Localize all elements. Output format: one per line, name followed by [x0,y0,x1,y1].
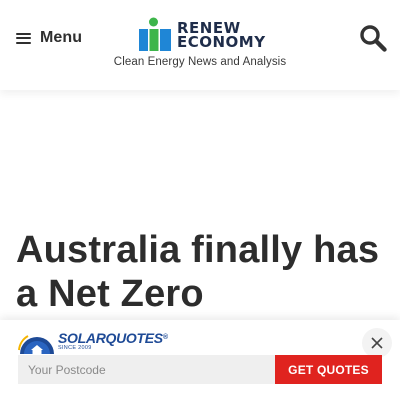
site-tagline: Clean Energy News and Analysis [113,56,287,68]
menu-label: Menu [40,29,83,46]
site-header: Menu RENEW ECONOMY Clean Energy News and… [0,0,400,90]
site-logo[interactable]: RENEW ECONOMY [139,17,266,51]
renew-economy-logo-icon [139,17,171,51]
solarquotes-since: SINCE 2009 [58,345,92,351]
get-quotes-button[interactable]: GET QUOTES [275,355,382,384]
solarquotes-brand: SOLARQUOTES [58,330,163,346]
close-ad-button[interactable] [362,328,392,358]
registered-mark: ® [162,334,168,341]
solarquotes-logo[interactable]: SOLARQUOTES® SINCE 2009 [18,324,168,354]
hamburger-icon [16,32,31,44]
solarquotes-sun-icon [18,335,54,354]
menu-button[interactable]: Menu [16,27,82,49]
search-icon[interactable] [359,24,387,52]
solarquotes-wordmark: SOLARQUOTES® SINCE 2009 [58,331,168,352]
close-icon [371,337,383,349]
logo-line-economy: ECONOMY [177,33,266,51]
postcode-input[interactable] [18,355,275,384]
ad-placeholder [0,90,400,220]
logo-wordmark: RENEW ECONOMY [177,21,266,51]
